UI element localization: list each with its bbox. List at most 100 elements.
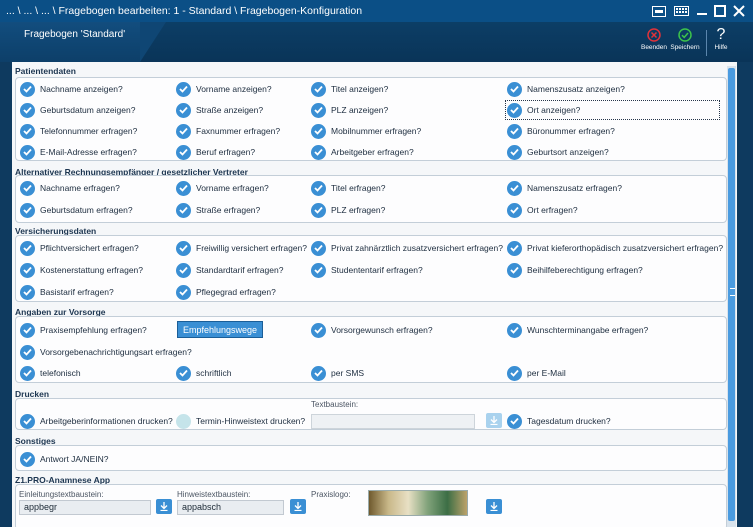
check-icon — [20, 240, 35, 256]
checkbox[interactable]: Straße anzeigen? — [176, 102, 263, 118]
checkbox-focused[interactable]: Ort anzeigen? — [505, 100, 720, 120]
checkbox[interactable]: Nachname erfragen? — [20, 180, 120, 196]
toolbar: Fragebogen 'Standard' Beenden Speichern … — [0, 22, 753, 62]
checkbox[interactable]: Privat zahnärztlich zusatzversichert erf… — [311, 240, 503, 256]
textblock-field[interactable] — [311, 414, 475, 429]
hint-field[interactable]: appabsch — [177, 500, 284, 515]
check-icon — [20, 102, 35, 118]
checkbox[interactable]: Arbeitgeberinformationen drucken? — [20, 413, 173, 429]
insurance-box: Pflichtversichert erfragen? Freiwillig v… — [15, 235, 727, 302]
checkbox[interactable]: Vorname anzeigen? — [176, 81, 272, 97]
save-button[interactable]: Speichern — [668, 28, 702, 58]
check-icon — [20, 81, 35, 97]
checkbox[interactable]: Pflegegrad erfragen? — [176, 284, 276, 300]
checkbox[interactable]: PLZ anzeigen? — [311, 102, 388, 118]
checkbox[interactable]: Telefonnummer erfragen? — [20, 123, 137, 139]
checkbox[interactable]: telefonisch — [20, 365, 81, 381]
checkbox[interactable]: Freiwillig versichert erfragen? — [176, 240, 307, 256]
help-button[interactable]: ? Hilfe — [704, 27, 738, 58]
checkbox[interactable]: Straße erfragen? — [176, 202, 260, 218]
download-icon[interactable] — [486, 413, 502, 428]
recommendation-channels-button[interactable]: Empfehlungswege — [177, 321, 264, 338]
checkbox-label: telefonisch — [40, 368, 81, 378]
check-icon — [20, 413, 35, 429]
checkbox[interactable]: schriftlich — [176, 365, 231, 381]
form-title: Fragebogen 'Standard' — [24, 29, 126, 40]
check-icon — [311, 240, 326, 256]
download-icon[interactable] — [156, 499, 172, 514]
print-box: Arbeitgeberinformationen drucken? Termin… — [15, 398, 727, 430]
checkbox-label: Beruf erfragen? — [196, 147, 256, 157]
checkbox-unchecked[interactable]: Termin-Hinweistext drucken? — [176, 413, 305, 429]
checkbox[interactable]: Geburtsort anzeigen? — [507, 144, 609, 160]
hint-label: Hinweistextbaustein: — [177, 490, 251, 499]
keyboard-icon[interactable] — [672, 3, 690, 19]
checkbox-label: Studententarif erfragen? — [331, 265, 423, 275]
checkbox[interactable]: Beihilfeberechtigung erfragen? — [507, 262, 643, 278]
checkbox[interactable]: PLZ erfragen? — [311, 202, 385, 218]
checkbox[interactable]: Ort erfragen? — [507, 202, 578, 218]
checkbox[interactable]: Praxisempfehlung erfragen? — [20, 322, 147, 338]
checkbox-label: per E-Mail — [527, 368, 566, 378]
checkbox[interactable]: Privat kieferorthopädisch zusatzversiche… — [507, 240, 723, 256]
checkbox[interactable]: E-Mail-Adresse erfragen? — [20, 144, 137, 160]
check-icon — [311, 123, 326, 139]
checkbox-label: Nachname anzeigen? — [40, 84, 123, 94]
section-app: Z1.PRO-Anamnese App Einleitungstextbaust… — [15, 475, 727, 527]
checkbox[interactable]: Büronummer erfragen? — [507, 123, 615, 139]
checkbox[interactable]: Studententarif erfragen? — [311, 262, 423, 278]
check-icon — [20, 202, 35, 218]
checkbox[interactable]: Titel erfragen? — [311, 180, 386, 196]
checkbox[interactable]: per SMS — [311, 365, 364, 381]
check-icon — [20, 365, 35, 381]
checkbox[interactable]: per E-Mail — [507, 365, 566, 381]
checkbox[interactable]: Vorsorgebenachrichtigungsart erfragen? — [20, 344, 192, 360]
check-icon — [176, 102, 191, 118]
screen-icon[interactable] — [650, 3, 668, 19]
check-icon — [311, 365, 326, 381]
close-icon[interactable] — [730, 3, 748, 19]
check-icon — [311, 144, 326, 160]
intro-field[interactable]: appbegr — [19, 500, 151, 515]
checkbox[interactable]: Namenszusatz anzeigen? — [507, 81, 625, 97]
checkbox-label: Tagesdatum drucken? — [527, 416, 611, 426]
minimize-icon[interactable] — [693, 3, 711, 19]
checkbox-label: schriftlich — [196, 368, 232, 378]
checkbox[interactable]: Basistarif erfragen? — [20, 284, 114, 300]
checkbox[interactable]: Namenszusatz erfragen? — [507, 180, 622, 196]
checkbox-label: Titel anzeigen? — [331, 84, 389, 94]
checkbox-label: Titel erfragen? — [331, 183, 386, 193]
billing-box: Nachname erfragen? Vorname erfragen? Tit… — [15, 175, 727, 223]
checkbox[interactable]: Mobilnummer erfragen? — [311, 123, 421, 139]
checkbox[interactable]: Nachname anzeigen? — [20, 81, 123, 97]
checkbox[interactable]: Titel anzeigen? — [311, 81, 388, 97]
checkbox[interactable]: Faxnummer erfragen? — [176, 123, 280, 139]
checkbox[interactable]: Standardtarif erfragen? — [176, 262, 283, 278]
checkbox[interactable]: Kostenerstattung erfragen? — [20, 262, 143, 278]
checkbox[interactable]: Geburtsdatum anzeigen? — [20, 102, 135, 118]
check-icon — [507, 322, 522, 338]
checkbox-label: Faxnummer erfragen? — [196, 126, 281, 136]
vertical-scrollbar[interactable] — [727, 66, 736, 527]
cancel-circle-icon — [647, 28, 661, 42]
checkbox[interactable]: Vorname erfragen? — [176, 180, 269, 196]
checkbox[interactable]: Wunschterminangabe erfragen? — [507, 322, 648, 338]
checkbox-label: Wunschterminangabe erfragen? — [527, 325, 649, 335]
checkbox[interactable]: Antwort JA/NEIN? — [20, 451, 109, 467]
checkbox-label: Arbeitgeberinformationen drucken? — [40, 416, 173, 426]
download-icon[interactable] — [290, 499, 306, 514]
checkbox[interactable]: Beruf erfragen? — [176, 144, 255, 160]
download-icon[interactable] — [486, 499, 502, 514]
save-check-icon — [678, 28, 692, 42]
checkbox[interactable]: Tagesdatum drucken? — [507, 413, 611, 429]
scrollbar-thumb[interactable] — [728, 68, 735, 521]
checkbox-label: E-Mail-Adresse erfragen? — [40, 147, 137, 157]
quit-button[interactable]: Beenden — [637, 28, 671, 58]
checkbox[interactable]: Pflichtversichert erfragen? — [20, 240, 139, 256]
checkbox[interactable]: Geburtsdatum erfragen? — [20, 202, 133, 218]
checkbox[interactable]: Arbeitgeber erfragen? — [311, 144, 414, 160]
checkbox[interactable]: Vorsorgewunsch erfragen? — [311, 322, 433, 338]
checkbox-label: Vorsorgebenachrichtigungsart erfragen? — [40, 347, 192, 357]
form-tab — [0, 22, 166, 62]
maximize-icon[interactable] — [711, 3, 729, 19]
